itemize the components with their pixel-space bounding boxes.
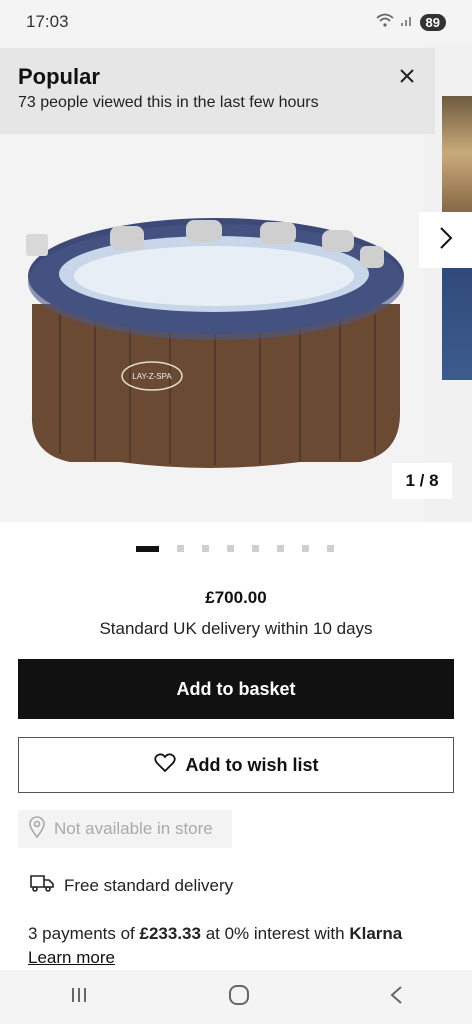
pagination-dot[interactable] xyxy=(302,545,309,552)
store-availability-label: Not available in store xyxy=(54,819,213,838)
gallery-pagination xyxy=(136,545,334,552)
close-icon[interactable] xyxy=(397,66,417,86)
learn-more-link[interactable]: Learn more xyxy=(28,948,115,967)
chevron-right-icon xyxy=(439,226,453,255)
back-icon[interactable] xyxy=(389,985,403,1010)
product-price: £700.00 xyxy=(205,588,267,607)
pagination-dot[interactable] xyxy=(202,545,209,552)
add-to-basket-button[interactable]: Add to basket xyxy=(18,659,454,719)
signal-icon xyxy=(400,13,414,32)
free-delivery-info: Free standard delivery xyxy=(30,874,233,897)
system-navigation-bar xyxy=(0,970,472,1024)
pagination-dot[interactable] xyxy=(252,545,259,552)
battery-indicator: 89 xyxy=(419,13,446,31)
free-delivery-label: Free standard delivery xyxy=(64,875,234,895)
pagination-dot[interactable] xyxy=(177,545,184,552)
heart-icon xyxy=(153,752,176,778)
next-image-button[interactable] xyxy=(419,212,472,268)
wishlist-label: Add to wish list xyxy=(185,754,319,775)
klarna-prefix: 3 payments of xyxy=(28,924,140,943)
wifi-icon xyxy=(375,13,394,32)
add-to-wishlist-button[interactable]: Add to wish list xyxy=(18,737,454,793)
pagination-dot[interactable] xyxy=(227,545,234,552)
recent-apps-icon[interactable] xyxy=(69,986,89,1009)
pagination-dot[interactable] xyxy=(327,545,334,552)
popular-banner: Popular 73 people viewed this in the las… xyxy=(0,48,435,134)
store-availability: Not available in store xyxy=(18,810,232,848)
klarna-brand: Klarna xyxy=(349,924,403,943)
delivery-truck-icon xyxy=(30,874,54,897)
image-counter: 1 / 8 xyxy=(392,463,452,499)
delivery-estimate: Standard UK delivery within 10 days xyxy=(99,619,373,638)
klarna-middle: at 0% interest with xyxy=(200,924,350,943)
popular-subtitle: 73 people viewed this in the last few ho… xyxy=(18,94,319,111)
status-time: 17:03 xyxy=(26,12,69,31)
klarna-amount: £233.33 xyxy=(139,924,201,943)
klarna-payment-info: 3 payments of £233.33 at 0% interest wit… xyxy=(28,922,458,970)
location-pin-icon xyxy=(28,815,46,843)
status-bar: 17:03 89 xyxy=(0,0,472,44)
popular-title: Popular xyxy=(18,64,100,89)
pagination-dot[interactable] xyxy=(277,545,284,552)
status-icons: 89 xyxy=(375,13,446,32)
home-icon[interactable] xyxy=(228,984,250,1011)
tub-brand-logo: LAY-Z-SPA xyxy=(132,372,172,381)
pagination-dot[interactable] xyxy=(136,545,159,552)
